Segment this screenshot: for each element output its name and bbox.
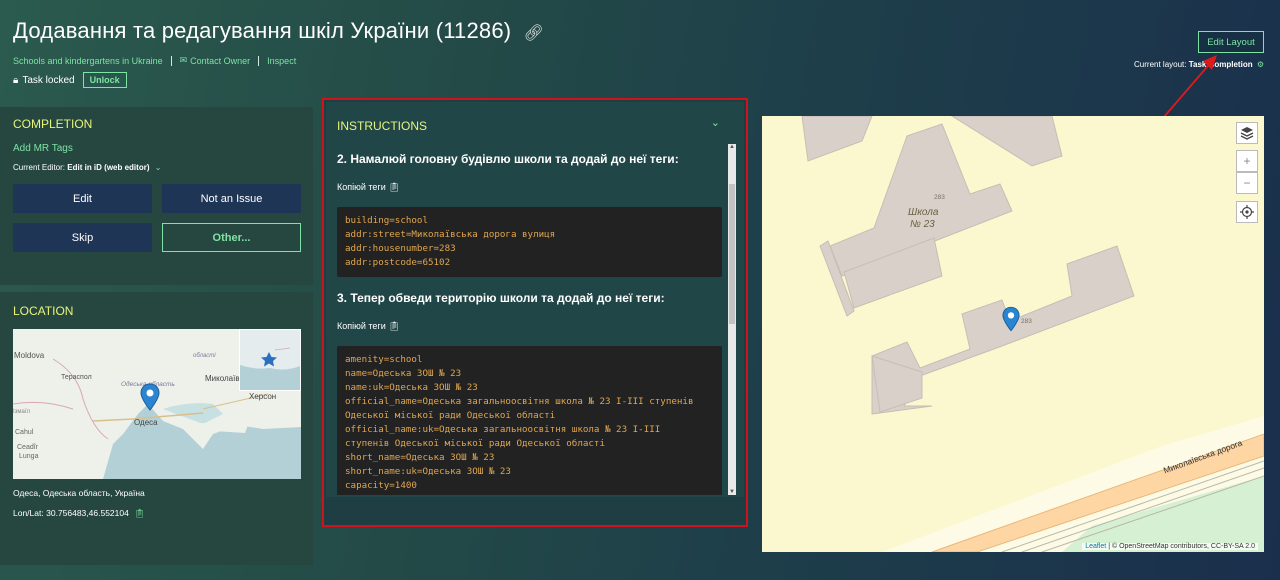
leaflet-link[interactable]: Leaflet [1085, 543, 1106, 550]
page-title: Додавання та редагування шкіл України (1… [13, 18, 544, 44]
map-label-odesa: Одеса [134, 418, 158, 427]
inspect-link[interactable]: Inspect [267, 56, 296, 66]
school-number-label: № 23 [910, 219, 935, 230]
map-label-teraspol: Тераспол [61, 374, 92, 381]
lock-icon: 🔒︎ [13, 74, 19, 86]
code-line: addr:housenumber=283 [345, 243, 456, 254]
layers-icon[interactable] [1236, 122, 1258, 144]
code-line: Одеської міської ради Одеської області [345, 410, 556, 421]
copy-tags-label[interactable]: Копіюй теги 📋︎ [337, 321, 722, 332]
edit-button[interactable]: Edit [13, 184, 152, 213]
location-minimap[interactable]: Moldova Тераспол Одеська область Миколаї… [13, 329, 301, 479]
current-editor-label: Current Editor: [13, 163, 66, 172]
overview-map [240, 330, 300, 390]
map-label-moldova: Moldova [14, 351, 45, 360]
lonlat-label: Lon/Lat: [13, 508, 44, 518]
zoom-out-button[interactable]: − [1236, 172, 1258, 194]
map-label-kherson: Херсон [249, 392, 277, 401]
code-line: capacity=1400 [345, 480, 417, 491]
code-line: ступенів Одеської міської ради Одеської … [345, 438, 605, 449]
copy-tags-label[interactable]: Копіюй теги 📋︎ [337, 182, 722, 193]
skip-button[interactable]: Skip [13, 223, 152, 252]
house-number-label: 283 [934, 194, 945, 201]
completion-title: COMPLETION [13, 117, 93, 131]
project-link[interactable]: Schools and kindergartens in Ukraine [13, 56, 163, 66]
school-label: Школа [908, 207, 939, 218]
map-label-ceadir: Ceadîr [17, 444, 39, 451]
divider [258, 55, 260, 66]
instructions-scrollbar[interactable]: ▲ ▼ [728, 144, 736, 495]
page-title-text: Додавання та редагування шкіл України (1… [13, 18, 512, 43]
code-line: official_name=Одеська загальноосвітня шк… [345, 396, 694, 407]
gear-icon[interactable]: ⚙ [1257, 60, 1264, 69]
house-number-label: 283 [1021, 318, 1032, 325]
locate-icon[interactable] [1236, 201, 1258, 223]
instructions-panel: INSTRUCTIONS ⌄ 2. Намалюй головну будівл… [322, 98, 748, 527]
location-address: Одеса, Одеська область, Україна [13, 488, 145, 498]
task-marker-icon[interactable] [1002, 306, 1020, 332]
zoom-in-button[interactable]: + [1236, 150, 1258, 172]
chevron-down-icon[interactable]: ⌄ [711, 116, 720, 129]
map-label-izmail: Ізмаїл [13, 409, 31, 415]
chevron-down-icon[interactable]: ⌄ [155, 163, 162, 172]
task-subnav: Schools and kindergartens in Ukraine ✉ C… [13, 55, 296, 66]
minimap-overview-inset [239, 329, 301, 391]
instructions-body: 2. Намалюй головну будівлю школи та дода… [337, 152, 722, 495]
instruction-step-3: 3. Тепер обведи територію школи та додай… [337, 291, 665, 305]
code-line: building=school [345, 215, 428, 226]
map-label-cahul: Cahul [15, 429, 34, 436]
divider [170, 55, 172, 66]
code-line: short_name:uk=Одеська ЗОШ № 23 [345, 466, 511, 477]
copy-tags-text: Копіюй теги [337, 182, 386, 192]
instructions-card: INSTRUCTIONS ⌄ 2. Намалюй головну будівл… [326, 102, 744, 497]
mail-icon: ✉ [179, 55, 188, 65]
contact-owner-link[interactable]: Contact Owner [190, 56, 250, 66]
instructions-title: INSTRUCTIONS [337, 119, 427, 133]
code-block-school-tags: amenity=school name=Одеська ЗОШ № 23 nam… [337, 346, 722, 495]
clipboard-icon[interactable]: 📋︎ [134, 508, 145, 518]
map-attribution: Leaflet | © OpenStreetMap contributors, … [1082, 543, 1258, 550]
current-editor[interactable]: Current Editor: Edit in iD (web editor) … [13, 163, 161, 172]
instruction-step-2: 2. Намалюй головну будівлю школи та дода… [337, 152, 679, 166]
lonlat-value: 30.756483,46.552104 [46, 508, 129, 518]
copy-icon[interactable]: 📋︎ [388, 182, 399, 192]
map-label-oblast: області [193, 353, 216, 359]
location-panel: LOCATION Moldova Тераспол Одеська област… [0, 292, 313, 565]
scrollbar-thumb[interactable] [729, 184, 735, 324]
not-an-issue-button[interactable]: Not an Issue [162, 184, 301, 213]
attribution-text: | © OpenStreetMap contributors, CC-BY-SA… [1108, 543, 1255, 550]
code-line: amenity=school [345, 354, 423, 365]
map-label-lunga: Lunga [19, 453, 39, 460]
other-button[interactable]: Other... [162, 223, 301, 252]
code-block-building-tags: building=school addr:street=Миколаївська… [337, 207, 722, 277]
code-line: addr:street=Миколаївська дорога вулиця [345, 229, 556, 240]
copy-icon[interactable]: 📋︎ [388, 321, 399, 331]
task-locked-label: Task locked [22, 74, 75, 86]
scroll-up-icon[interactable]: ▲ [728, 144, 736, 150]
map-marker-icon[interactable] [140, 383, 160, 411]
code-line: short_name=Одеська ЗОШ № 23 [345, 452, 495, 463]
add-mr-tags-link[interactable]: Add MR Tags [13, 143, 73, 154]
current-editor-value[interactable]: Edit in iD (web editor) [67, 163, 149, 172]
code-line: official_name:uk=Одеська загальноосвітня… [345, 424, 661, 435]
scroll-down-icon[interactable]: ▼ [728, 489, 736, 495]
code-line: name:uk=Одеська ЗОШ № 23 [345, 382, 478, 393]
code-line: name=Одеська ЗОШ № 23 [345, 368, 462, 379]
map-label-mykolaiv: Миколаїв [205, 374, 240, 383]
task-lock-status: 🔒︎ Task locked Unlock [13, 72, 127, 88]
copy-tags-text: Копіюй теги [337, 321, 386, 331]
completion-panel: COMPLETION Add MR Tags Current Editor: E… [0, 107, 313, 285]
task-map[interactable]: Школа № 23 283 283 Миколаївська дорога +… [762, 116, 1264, 552]
code-line: addr:postcode=65102 [345, 257, 451, 268]
location-lonlat: Lon/Lat: 30.756483,46.552104 📋︎ [13, 508, 145, 519]
location-title: LOCATION [13, 304, 74, 318]
unlock-button[interactable]: Unlock [82, 72, 127, 88]
map-tiles [762, 116, 1264, 552]
link-icon[interactable]: 🔗︎ [524, 25, 545, 42]
